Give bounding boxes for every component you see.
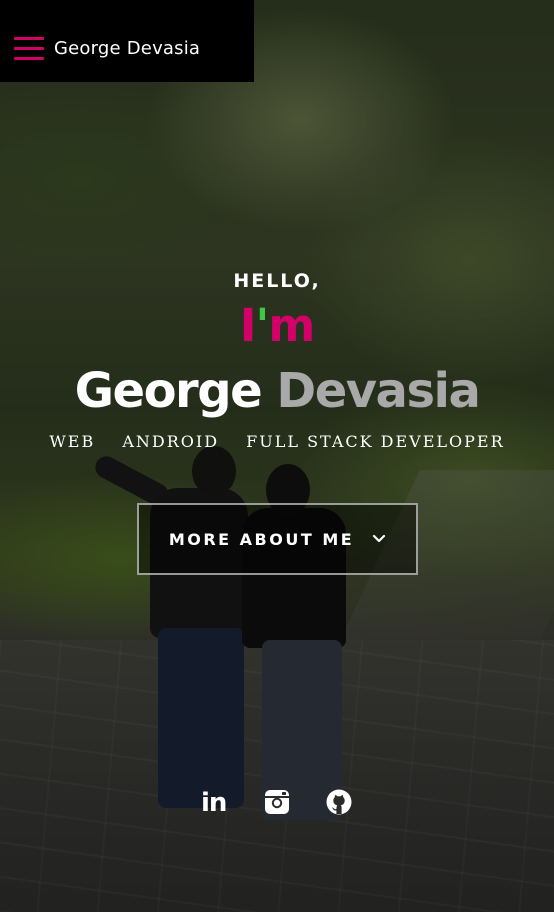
- background-overlay: [0, 0, 554, 912]
- site-brand[interactable]: George Devasia: [54, 38, 200, 59]
- linkedin-link[interactable]: in: [201, 788, 229, 818]
- instagram-link[interactable]: [263, 788, 291, 818]
- social-links: in: [0, 788, 554, 818]
- hero-name-last: Devasia: [276, 363, 481, 419]
- role-web: WEB: [49, 432, 96, 451]
- hero-im-i: I: [239, 299, 257, 352]
- hero-name: George Devasia: [0, 360, 554, 422]
- hero-name-first: George: [74, 363, 263, 419]
- github-icon: [326, 789, 352, 815]
- hero-roles: WEB ANDROID FULL STACK DEVELOPER: [0, 432, 554, 451]
- github-link[interactable]: [325, 788, 353, 818]
- linkedin-icon: in: [201, 788, 227, 818]
- chevron-down-icon: [373, 534, 386, 543]
- more-about-me-button[interactable]: MORE ABOUT ME: [137, 503, 418, 575]
- more-about-me-label: MORE ABOUT ME: [168, 529, 355, 549]
- hero-im-m: m: [268, 299, 315, 352]
- instagram-icon: [265, 790, 289, 814]
- top-nav-bar: George Devasia: [0, 0, 254, 82]
- hero-greeting: HELLO,: [233, 270, 321, 292]
- hero-im: I'm: [0, 298, 554, 354]
- hero-im-apostrophe: ': [255, 299, 270, 352]
- role-android: ANDROID: [122, 432, 220, 451]
- role-full-stack: FULL STACK DEVELOPER: [246, 432, 505, 451]
- hamburger-menu-icon[interactable]: [14, 37, 44, 61]
